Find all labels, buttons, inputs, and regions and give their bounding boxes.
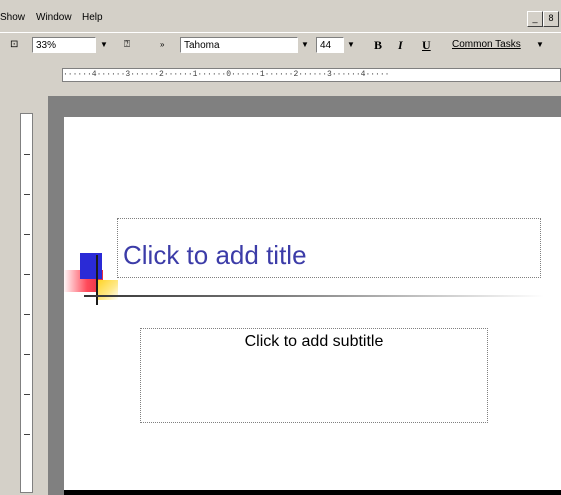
- underline-button[interactable]: U: [422, 37, 431, 53]
- decoration-vertical-line: [96, 255, 98, 305]
- font-dropdown-icon[interactable]: ▼: [301, 37, 309, 53]
- font-size-combo[interactable]: 44: [316, 37, 344, 53]
- menu-bar: Show Window Help _ 8: [0, 8, 561, 30]
- font-size-dropdown-icon[interactable]: ▼: [347, 37, 355, 53]
- formatting-toolbar: ⊡ 33% ▼ ⍰ » Tahoma ▼ 44 ▼ B I U Common T…: [0, 32, 561, 59]
- menu-show[interactable]: Show: [0, 12, 25, 23]
- decoration-horizontal-line: [84, 295, 544, 297]
- powerpoint-window: Show Window Help _ 8 ⊡ 33% ▼ ⍰ » Tahoma …: [0, 0, 561, 495]
- minimize-button[interactable]: _: [527, 11, 543, 27]
- help-icon[interactable]: ⍰: [124, 37, 130, 53]
- restore-button[interactable]: 8: [543, 11, 559, 27]
- zoom-combo[interactable]: 33%: [32, 37, 96, 53]
- subtitle-placeholder-text[interactable]: Click to add subtitle: [140, 333, 488, 351]
- common-tasks-dropdown-icon[interactable]: ▼: [536, 37, 544, 53]
- menu-window[interactable]: Window: [36, 12, 72, 23]
- decoration-blue-square: [80, 253, 102, 279]
- common-tasks-button[interactable]: Common Tasks: [452, 37, 521, 53]
- slide-layout-icon[interactable]: ⊡: [10, 37, 18, 53]
- toolbar-chevron-icon[interactable]: »: [160, 37, 164, 53]
- slide[interactable]: [64, 117, 561, 493]
- menu-help[interactable]: Help: [82, 12, 103, 23]
- horizontal-ruler: ······4······3······2······1······0·····…: [62, 68, 561, 82]
- decoration-yellow-gradient: [96, 280, 118, 300]
- font-combo[interactable]: Tahoma: [180, 37, 298, 53]
- vertical-ruler: [20, 113, 33, 493]
- bold-button[interactable]: B: [374, 37, 382, 53]
- zoom-dropdown-icon[interactable]: ▼: [100, 37, 108, 53]
- italic-button[interactable]: I: [398, 37, 403, 53]
- title-placeholder-text[interactable]: Click to add title: [123, 240, 307, 271]
- slide-shadow: [64, 490, 561, 495]
